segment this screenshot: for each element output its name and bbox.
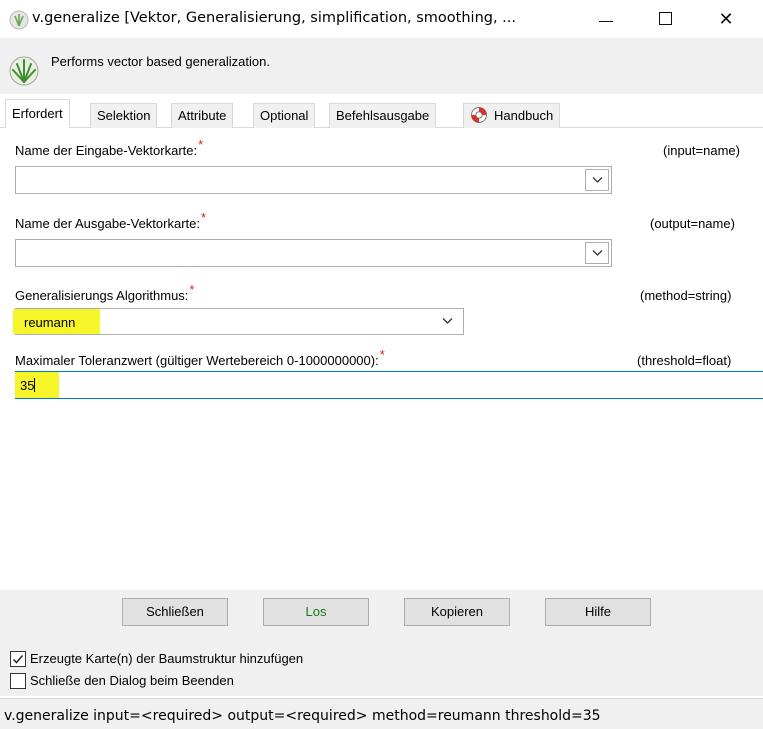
output-map-label: Name der Ausgabe-Vektorkarte:* [15, 210, 207, 231]
help-button[interactable]: Hilfe [545, 598, 651, 626]
input-map-dropdown-button[interactable] [585, 169, 609, 191]
method-label: Generalisierungs Algorithmus:* [15, 282, 195, 303]
close-on-finish-checkbox[interactable] [10, 673, 26, 689]
threshold-value: 35 [20, 378, 36, 393]
required-marker: * [379, 347, 385, 362]
tab-attribute[interactable]: Attribute [171, 103, 234, 128]
required-marker: * [201, 210, 207, 225]
threshold-input[interactable]: 35 [15, 371, 763, 399]
title-bar: v.generalize [Vektor, Generalisierung, s… [0, 0, 763, 38]
close-button[interactable]: Schließen [122, 598, 228, 626]
minimize-button[interactable] [591, 6, 621, 32]
required-marker: * [198, 137, 204, 152]
output-map-combo[interactable] [15, 239, 612, 267]
chevron-down-icon [592, 177, 603, 183]
add-to-tree-checkbox[interactable] [10, 651, 26, 667]
module-description: Performs vector based generalization. [51, 54, 270, 69]
maximize-icon [659, 12, 672, 25]
input-map-label: Name der Eingabe-Vektorkarte:* [15, 137, 204, 158]
tab-optional[interactable]: Optional [253, 103, 316, 128]
input-map-combo[interactable] [15, 166, 612, 194]
copy-button[interactable]: Kopieren [404, 598, 510, 626]
lifebuoy-icon [471, 107, 487, 123]
chevron-down-icon [442, 318, 453, 324]
input-param-hint: (input=name) [663, 143, 740, 158]
text-caret [34, 378, 36, 392]
chevron-down-icon [592, 250, 603, 256]
run-button[interactable]: Los [263, 598, 369, 626]
threshold-param-hint: (threshold=float) [637, 353, 732, 368]
module-header: Performs vector based generalization. [0, 38, 763, 94]
add-to-tree-label: Erzeugte Karte(n) der Baumstruktur hinzu… [30, 651, 304, 666]
output-param-hint: (output=name) [650, 216, 735, 231]
tab-label: Handbuch [494, 108, 554, 123]
tab-label: Attribute [178, 108, 227, 123]
maximize-button[interactable] [651, 6, 681, 32]
grass-app-icon [9, 10, 29, 30]
method-param-hint: (method=string) [640, 288, 732, 303]
tab-label: Optional [260, 108, 309, 123]
command-preview: v.generalize input=<required> output=<re… [4, 708, 601, 724]
tab-handbuch[interactable]: Handbuch [463, 103, 561, 128]
tab-label: Erfordert [12, 106, 63, 121]
output-map-dropdown-button[interactable] [585, 242, 609, 264]
tab-erfordert[interactable]: Erfordert [5, 99, 70, 128]
tab-label: Befehlsausgabe [336, 108, 430, 123]
tab-selektion[interactable]: Selektion [90, 103, 158, 128]
minimize-icon [599, 21, 613, 22]
method-select[interactable]: reumann [13, 308, 464, 335]
tab-label: Selektion [97, 108, 151, 123]
checkmark-icon [12, 655, 24, 664]
grass-logo-icon [9, 56, 39, 86]
required-marker: * [189, 282, 195, 297]
method-selected-value: reumann [24, 315, 76, 330]
window-title: v.generalize [Vektor, Generalisierung, s… [32, 10, 517, 26]
tab-befehlsausgabe[interactable]: Befehlsausgabe [329, 103, 437, 128]
threshold-label: Maximaler Toleranzwert (gültiger Wertebe… [15, 347, 385, 368]
close-icon: ✕ [718, 9, 734, 29]
close-on-finish-label: Schließe den Dialog beim Beenden [30, 673, 234, 688]
close-window-button[interactable]: ✕ [711, 6, 741, 32]
